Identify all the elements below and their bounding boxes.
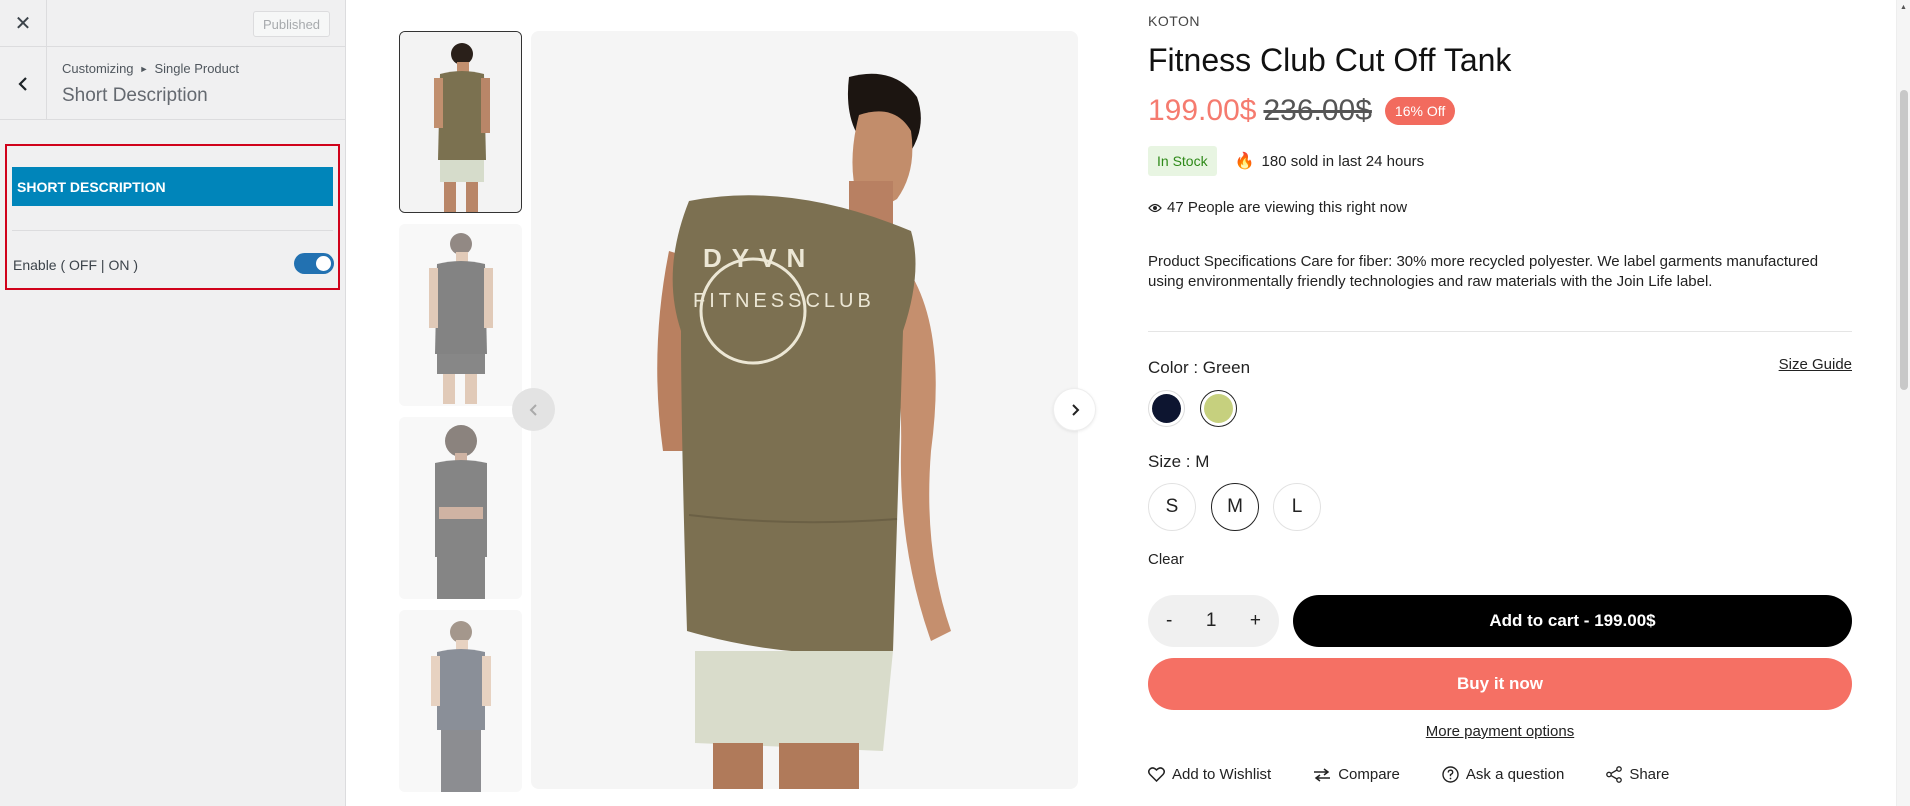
add-to-wishlist-button[interactable]: Add to Wishlist [1148, 766, 1271, 783]
stock-row: In Stock 🔥 180 sold in last 24 hours [1148, 146, 1424, 176]
size-option-m[interactable]: M [1211, 483, 1259, 531]
toggle-knob [316, 256, 331, 271]
section-header: Customizing ► Single Product Short Descrip… [0, 47, 345, 120]
share-button[interactable]: Share [1606, 766, 1669, 783]
more-payment-options-link[interactable]: More payment options [1148, 723, 1852, 740]
product-thumbnail-image [399, 610, 522, 792]
compare-icon [1314, 767, 1331, 782]
product-brand[interactable]: KOTON [1148, 13, 1200, 29]
breadcrumb-root: Customizing [62, 61, 134, 76]
price-row: 199.00$ 236.00$ 16% Off [1148, 94, 1456, 128]
selected-color: Green [1202, 358, 1251, 377]
thumbnail-list [399, 31, 522, 803]
chevron-right-icon [1071, 403, 1079, 416]
chevron-left-icon [18, 76, 27, 91]
swatch-dot [1204, 394, 1233, 423]
buy-now-button[interactable]: Buy it now [1148, 658, 1852, 710]
product-photo: DYVN FITNESSCLUB [531, 31, 1078, 789]
quantity-decrease-button[interactable]: - [1166, 610, 1172, 632]
question-icon [1442, 766, 1459, 783]
stock-badge: In Stock [1148, 146, 1217, 176]
share-label: Share [1629, 766, 1670, 783]
gallery-prev-button[interactable] [512, 388, 555, 431]
breadcrumb: Customizing ► Single Product [62, 61, 239, 76]
quantity-stepper: - 1 + [1148, 595, 1279, 647]
color-swatch-green[interactable] [1200, 390, 1237, 427]
heart-icon [1148, 767, 1165, 782]
wishlist-label: Add to Wishlist [1172, 766, 1272, 783]
section-title: Short Description [62, 85, 208, 106]
fire-icon: 🔥 [1234, 153, 1255, 170]
product-thumbnail-image [399, 224, 522, 406]
thumbnail-3[interactable] [399, 417, 522, 599]
quantity-increase-button[interactable]: + [1250, 610, 1261, 632]
color-label-prefix: Color : [1148, 358, 1203, 377]
size-option-s[interactable]: S [1148, 483, 1196, 531]
product-thumbnail-image [399, 417, 522, 599]
enable-label: Enable ( OFF | ON ) [13, 257, 138, 273]
main-product-image[interactable]: DYVN FITNESSCLUB [531, 31, 1078, 789]
svg-text:DYVN: DYVN [703, 243, 815, 273]
compare-button[interactable]: Compare [1313, 766, 1400, 783]
quantity-input[interactable]: 1 [1206, 610, 1217, 632]
breadcrumb-parent: Single Product [154, 61, 240, 76]
customizer-header: ✕ Published [0, 0, 345, 47]
sold-count-text: 180 sold in last 24 hours [1261, 152, 1425, 170]
swatch-dot [1152, 394, 1181, 423]
divider [1148, 331, 1852, 332]
regular-price: 236.00$ [1263, 94, 1372, 127]
thumbnail-2[interactable] [399, 224, 522, 406]
viewing-text: 47 People are viewing this right now [1167, 199, 1408, 216]
triangle-right-icon: ► [139, 64, 149, 74]
control-heading: SHORT DESCRIPTION [12, 167, 333, 206]
discount-badge: 16% Off [1384, 97, 1456, 125]
gallery-next-button[interactable] [1053, 388, 1096, 431]
color-swatch-navy[interactable] [1148, 390, 1185, 427]
chevron-left-icon [529, 403, 537, 416]
add-to-cart-button[interactable]: Add to cart - 199.00$ [1293, 595, 1852, 647]
product-title: Fitness Club Cut Off Tank [1148, 42, 1512, 78]
color-label: Color : Green [1148, 358, 1250, 378]
svg-text:FITNESSCLUB: FITNESSCLUB [693, 290, 875, 312]
thumbnail-4[interactable] [399, 610, 522, 792]
close-customizer-button[interactable]: ✕ [0, 0, 47, 47]
enable-toggle[interactable] [294, 253, 334, 274]
close-icon: ✕ [14, 13, 32, 35]
scroll-up-icon[interactable]: ▲ [1900, 4, 1907, 11]
compare-label: Compare [1338, 766, 1400, 783]
size-guide-link[interactable]: Size Guide [1779, 356, 1852, 373]
sale-price: 199.00$ [1148, 94, 1257, 127]
divider [12, 230, 333, 231]
published-button[interactable]: Published [253, 11, 330, 37]
viewing-row: 47 People are viewing this right now [1148, 199, 1407, 216]
product-thumbnail-image [400, 32, 521, 212]
ask-question-label: Ask a question [1465, 766, 1565, 783]
ask-question-button[interactable]: Ask a question [1442, 766, 1564, 783]
size-option-l[interactable]: L [1273, 483, 1321, 531]
page-scrollbar[interactable]: ▲ [1896, 0, 1910, 806]
short-description-text: Product Specifications Care for fiber: 3… [1148, 253, 1819, 290]
product-actions: Add to Wishlist Compare Ask a question S… [1148, 766, 1711, 783]
size-label: Size : M [1148, 452, 1210, 471]
scrollbar-thumb[interactable] [1900, 90, 1908, 390]
clear-selection-link[interactable]: Clear [1148, 551, 1184, 568]
customizer-sidebar: ✕ Published Customizing ► Single Product S… [0, 0, 346, 806]
eye-icon [1148, 203, 1162, 213]
thumbnail-1[interactable] [399, 31, 522, 213]
short-description-control: SHORT DESCRIPTION Enable ( OFF | ON ) [5, 144, 340, 290]
back-button[interactable] [0, 47, 47, 120]
share-icon [1606, 766, 1623, 783]
